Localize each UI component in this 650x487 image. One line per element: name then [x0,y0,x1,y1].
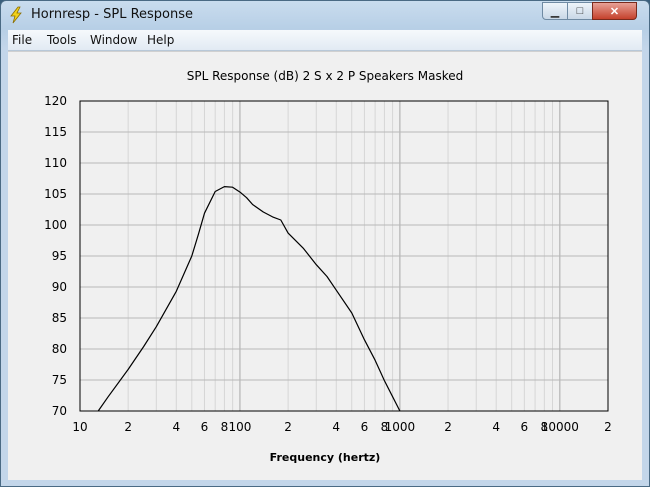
x-tick-label: 2 [284,420,292,434]
y-tick-label: 90 [52,280,67,294]
y-tick-label: 100 [44,218,67,232]
x-tick-label: 4 [332,420,340,434]
menu-bar: File Tools Window Help [8,30,642,51]
x-tick-label: 4 [492,420,500,434]
y-tick-label: 115 [44,125,67,139]
menu-window[interactable]: Window [90,33,137,47]
y-tick-label: 85 [52,311,67,325]
series-lines [97,186,401,412]
minimize-button[interactable]: ▁ [542,2,568,20]
x-tick-label: 8 [221,420,229,434]
y-tick-label: 95 [52,249,67,263]
window-title: Hornresp - SPL Response [31,7,194,22]
x-tick-label: 4 [172,420,180,434]
close-button[interactable]: ✕ [592,2,637,20]
chart-title: SPL Response (dB) 2 S x 2 P Speakers Mas… [187,69,463,83]
spl-chart: SPL Response (dB) 2 S x 2 P Speakers Mas… [44,69,612,464]
title-bar[interactable]: Hornresp - SPL Response ▁ □ ✕ [1,1,649,29]
x-tick-label: 2 [444,420,452,434]
y-tick-label: 80 [52,342,67,356]
menu-help[interactable]: Help [147,33,174,47]
y-tick-label: 110 [44,156,67,170]
y-tick-label: 70 [52,404,67,418]
x-tick-label: 6 [361,420,369,434]
menu-file[interactable]: File [12,33,32,47]
app-window: Hornresp - SPL Response ▁ □ ✕ File Tools… [0,0,650,487]
grid [80,101,608,411]
x-tick-label: 1000 [385,420,416,434]
lightning-icon [10,6,22,24]
x-tick-label: 100 [228,420,251,434]
x-axis-label: Frequency (hertz) [270,451,381,464]
x-tick-label: 6 [521,420,529,434]
menu-tools[interactable]: Tools [47,33,77,47]
x-tick-label: 6 [201,420,209,434]
x-tick-label: 2 [604,420,612,434]
y-tick-label: 75 [52,373,67,387]
x-tick-label: 10000 [541,420,579,434]
maximize-icon: □ [576,5,584,17]
y-tick-label: 120 [44,94,67,108]
x-tick-labels: 10 2 4 6 8 100 2 4 6 81000 2 4 6 810000 2 [72,420,611,434]
x-tick-label: 2 [124,420,132,434]
x-tick-label: 10 [72,420,87,434]
chart-panel: SPL Response (dB) 2 S x 2 P Speakers Mas… [8,51,642,480]
y-tick-label: 105 [44,187,67,201]
minimize-icon: ▁ [550,5,560,18]
spl-response-line [97,186,401,412]
y-tick-labels: 70 75 80 85 90 95 100 105 110 115 120 [44,94,67,418]
maximize-button[interactable]: □ [567,2,593,20]
close-icon: ✕ [609,5,620,18]
